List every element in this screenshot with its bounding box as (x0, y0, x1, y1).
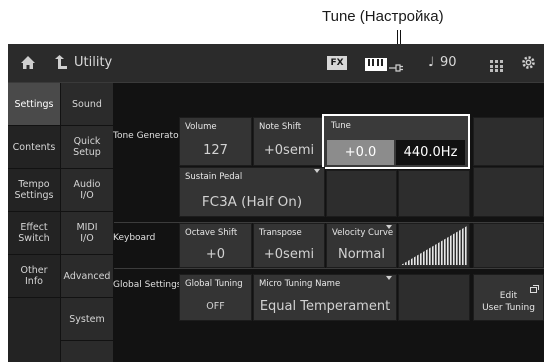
chevron-down-icon (386, 225, 392, 229)
volume-value: 127 (203, 143, 228, 158)
empty-slot (398, 274, 470, 321)
sidebar-item-other-info[interactable]: Other Info (8, 255, 60, 297)
global-tuning-value: OFF (206, 301, 225, 312)
sidebar-item-system[interactable]: System (61, 298, 113, 340)
empty-slot (473, 117, 544, 166)
section-label-global-settings: Global Settings (113, 280, 182, 290)
sidebar-item-contents[interactable]: Contents (8, 126, 60, 168)
sustain-pedal-value: FC3A (Half On) (201, 194, 303, 210)
micro-tuning-name-value: Equal Temperament (259, 299, 391, 314)
edit-user-tuning-button[interactable]: Edit User Tuning (473, 274, 544, 321)
home-icon[interactable] (20, 55, 36, 74)
velocity-curve-value: Normal (337, 247, 386, 262)
note-shift-label: Note Shift (259, 122, 302, 132)
fx-badge[interactable]: FX (327, 56, 347, 70)
sidebar-item-settings[interactable]: Settings (8, 83, 60, 125)
empty-slot (473, 167, 544, 217)
section-label-tone-generator: Tone Generator (113, 131, 183, 141)
octave-shift-value: +0 (205, 247, 226, 262)
edit-user-tuning-label: Edit User Tuning (482, 291, 535, 313)
quarter-note-icon: ♩ (428, 55, 435, 70)
tune-hz-value[interactable]: 440.0Hz (396, 140, 465, 165)
empty-slot (398, 170, 470, 217)
screen-title: Utility (74, 55, 113, 70)
transpose-param[interactable]: Transpose +0semi (253, 223, 325, 268)
keyboard-icon (365, 56, 387, 75)
note-shift-value: +0semi (263, 143, 315, 158)
empty-slot (473, 223, 544, 268)
octave-shift-param[interactable]: Octave Shift +0 (179, 223, 252, 268)
cable-icon (389, 58, 403, 77)
tune-cent-value[interactable]: +0.0 (327, 140, 394, 165)
sidebar-empty-2 (61, 341, 113, 362)
sustain-pedal-param[interactable]: Sustain Pedal FC3A (Half On) (179, 167, 325, 217)
sidebar-item-midi-io[interactable]: MIDI I/O (61, 212, 113, 254)
grid-icon[interactable] (490, 57, 504, 76)
section-divider (114, 268, 544, 269)
sidebar-item-quick-setup[interactable]: Quick Setup (61, 126, 113, 168)
sidebar-item-audio-io[interactable]: Audio I/O (61, 169, 113, 211)
transpose-value: +0semi (263, 247, 315, 262)
global-tuning-label: Global Tuning (185, 279, 243, 289)
velocity-curve-param[interactable]: Velocity Curve Normal (326, 223, 397, 268)
utility-screen: Utility FX ♩ 90 Settings Contents Tempo … (8, 44, 544, 362)
tune-param[interactable]: Tune +0.0 440.0Hz (322, 114, 470, 169)
volume-param[interactable]: Volume 127 (179, 117, 252, 166)
sidebar-item-sound[interactable]: Sound (61, 83, 113, 125)
empty-slot (326, 170, 397, 217)
chevron-down-icon (314, 169, 320, 173)
chevron-down-icon (386, 276, 392, 280)
sustain-pedal-label: Sustain Pedal (185, 172, 243, 182)
velocity-curve-graph (398, 223, 470, 268)
sidebar-empty (8, 298, 60, 362)
section-label-keyboard: Keyboard (113, 233, 156, 243)
sidebar-item-tempo-settings[interactable]: Tempo Settings (8, 169, 60, 211)
sidebar-item-advanced[interactable]: Advanced (61, 255, 113, 297)
micro-tuning-name-label: Micro Tuning Name (259, 279, 341, 289)
tune-label: Tune (331, 121, 351, 131)
sidebar-item-effect-switch[interactable]: Effect Switch (8, 212, 60, 254)
octave-shift-label: Octave Shift (185, 228, 238, 238)
note-shift-param[interactable]: Note Shift +0semi (253, 117, 325, 166)
gear-icon[interactable] (521, 55, 536, 74)
tempo-value[interactable]: 90 (440, 55, 457, 70)
global-tuning-param[interactable]: Global Tuning OFF (179, 274, 252, 321)
velocity-curve-label: Velocity Curve (332, 228, 394, 238)
return-arrow-icon[interactable] (54, 55, 68, 74)
micro-tuning-name-param[interactable]: Micro Tuning Name Equal Temperament (253, 274, 397, 321)
top-bar: Utility FX ♩ 90 (8, 44, 544, 83)
volume-label: Volume (185, 122, 217, 132)
transpose-label: Transpose (259, 228, 302, 238)
tune-callout-label: Tune (Настройка) (322, 8, 444, 25)
